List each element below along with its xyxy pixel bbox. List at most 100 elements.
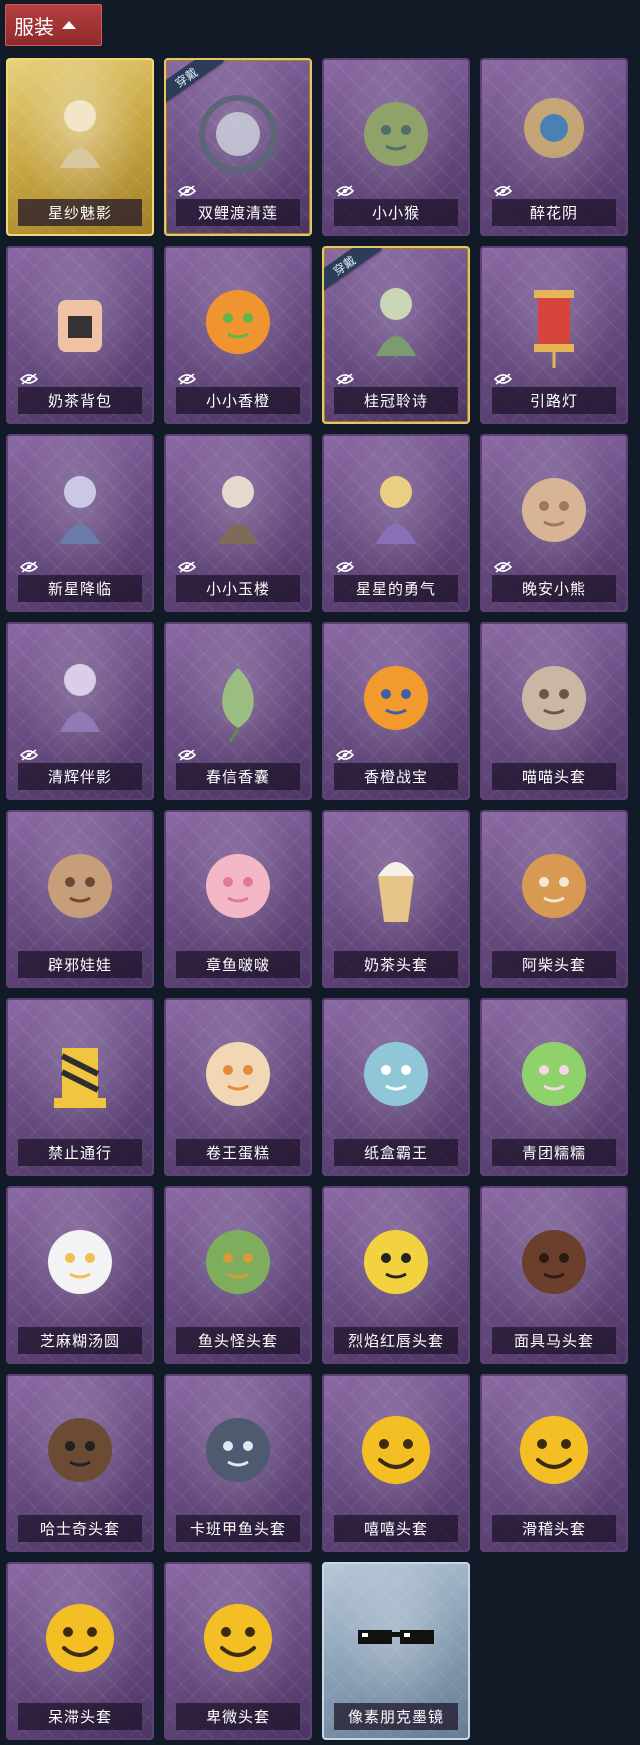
backpack-icon bbox=[32, 270, 128, 370]
outfit-card[interactable]: 滑稽头套 bbox=[480, 1374, 628, 1552]
outfit-card[interactable]: 穿戴 双鲤渡清莲 bbox=[164, 58, 312, 236]
outfit-category-toggle[interactable]: 服装 bbox=[5, 4, 102, 46]
outfit-card[interactable]: 奶茶背包 bbox=[6, 246, 154, 424]
bear-icon bbox=[506, 458, 602, 558]
outfit-card[interactable]: 春信香囊 bbox=[164, 622, 312, 800]
roll-cake-icon bbox=[190, 1022, 286, 1122]
eye-off-icon[interactable] bbox=[493, 558, 513, 573]
outfit-name: 卷王蛋糕 bbox=[176, 1139, 300, 1166]
outfit-name: 禁止通行 bbox=[18, 1139, 142, 1166]
outfit-card[interactable]: 卑微头套 bbox=[164, 1562, 312, 1740]
outfit-name: 奶茶背包 bbox=[18, 387, 142, 414]
outfit-name: 像素朋克墨镜 bbox=[334, 1703, 458, 1730]
eye-off-icon[interactable] bbox=[493, 370, 513, 385]
husky-head-icon bbox=[32, 1398, 128, 1498]
moon-doll-icon bbox=[32, 646, 128, 746]
outfit-name: 香橙战宝 bbox=[334, 763, 458, 790]
eye-off-icon[interactable] bbox=[335, 558, 355, 573]
outfit-name: 喵喵头套 bbox=[492, 763, 616, 790]
outfit-card[interactable]: 烈焰红唇头套 bbox=[322, 1186, 470, 1364]
outfit-name: 小小香橙 bbox=[176, 387, 300, 414]
fish-head-icon bbox=[190, 1210, 286, 1310]
outfit-name: 面具马头套 bbox=[492, 1327, 616, 1354]
outfit-card[interactable]: 鱼头怪头套 bbox=[164, 1186, 312, 1364]
eye-off-icon[interactable] bbox=[177, 182, 197, 197]
category-title: 服装 bbox=[14, 14, 54, 39]
eye-off-icon[interactable] bbox=[177, 558, 197, 573]
outfit-card[interactable]: 阿柴头套 bbox=[480, 810, 628, 988]
dazed-emoji-icon bbox=[32, 1586, 128, 1686]
outfit-name: 烈焰红唇头套 bbox=[334, 1327, 458, 1354]
outfit-card[interactable]: 章鱼啵啵 bbox=[164, 810, 312, 988]
outfit-name: 嘻嘻头套 bbox=[334, 1515, 458, 1542]
outfit-card[interactable]: 卡班甲鱼头套 bbox=[164, 1374, 312, 1552]
eye-off-icon[interactable] bbox=[177, 370, 197, 385]
eye-off-icon[interactable] bbox=[335, 370, 355, 385]
outfit-card[interactable]: 醉花阴 bbox=[480, 58, 628, 236]
outfit-card[interactable]: 辟邪娃娃 bbox=[6, 810, 154, 988]
eye-off-icon[interactable] bbox=[493, 182, 513, 197]
doll-head-icon bbox=[32, 834, 128, 934]
outfit-card[interactable]: 喵喵头套 bbox=[480, 622, 628, 800]
outfit-card[interactable]: 小小猴 bbox=[322, 58, 470, 236]
lantern-icon bbox=[506, 270, 602, 370]
pikachu-head-icon bbox=[348, 1210, 444, 1310]
eye-off-icon[interactable] bbox=[19, 746, 39, 761]
shiba-icon bbox=[506, 834, 602, 934]
monkey-icon bbox=[348, 82, 444, 182]
hat-doll-icon bbox=[190, 458, 286, 558]
eye-off-icon[interactable] bbox=[19, 558, 39, 573]
planet-charm-icon bbox=[348, 458, 444, 558]
outfit-card[interactable]: 清辉伴影 bbox=[6, 622, 154, 800]
outfit-name: 卑微头套 bbox=[176, 1703, 300, 1730]
outfit-card[interactable]: 穿戴 桂冠聆诗 bbox=[322, 246, 470, 424]
veil-figure-icon bbox=[32, 82, 128, 182]
outfit-card[interactable]: 星星的勇气 bbox=[322, 434, 470, 612]
outfit-name: 小小玉楼 bbox=[176, 575, 300, 602]
outfit-card[interactable]: 嘻嘻头套 bbox=[322, 1374, 470, 1552]
outfit-card[interactable]: 呆滞头套 bbox=[6, 1562, 154, 1740]
grin-emoji-icon bbox=[348, 1398, 444, 1498]
outfit-card[interactable]: 芝麻糊汤圆 bbox=[6, 1186, 154, 1364]
octopus-icon bbox=[190, 834, 286, 934]
outfit-card[interactable]: 奶茶头套 bbox=[322, 810, 470, 988]
outfit-card[interactable]: 面具马头套 bbox=[480, 1186, 628, 1364]
flower-ornament-icon bbox=[506, 82, 602, 182]
outfit-card[interactable]: 纸盒霸王 bbox=[322, 998, 470, 1176]
laurel-charm-icon bbox=[348, 270, 444, 370]
outfit-card[interactable]: 晚安小熊 bbox=[480, 434, 628, 612]
outfit-name: 鱼头怪头套 bbox=[176, 1327, 300, 1354]
outfit-card[interactable]: 卷王蛋糕 bbox=[164, 998, 312, 1176]
outfit-name: 卡班甲鱼头套 bbox=[176, 1515, 300, 1542]
outfit-name: 青团糯糯 bbox=[492, 1139, 616, 1166]
outfit-name: 双鲤渡清莲 bbox=[176, 199, 300, 226]
outfit-name: 纸盒霸王 bbox=[334, 1139, 458, 1166]
eye-off-icon[interactable] bbox=[335, 746, 355, 761]
star-charm-icon bbox=[32, 458, 128, 558]
outfit-name: 新星降临 bbox=[18, 575, 142, 602]
outfit-card[interactable]: 香橙战宝 bbox=[322, 622, 470, 800]
eye-off-icon[interactable] bbox=[335, 182, 355, 197]
outfit-card[interactable]: 小小玉楼 bbox=[164, 434, 312, 612]
outfit-card[interactable]: 引路灯 bbox=[480, 246, 628, 424]
outfit-name: 星纱魅影 bbox=[18, 199, 142, 226]
outfit-card[interactable]: 星纱魅影 bbox=[6, 58, 154, 236]
outfit-panel: 服装 星纱魅影 穿戴 双鲤渡清莲 小小猴 醉花阴 奶茶背包 小小香橙 穿戴 桂冠… bbox=[0, 0, 640, 1745]
eye-off-icon[interactable] bbox=[19, 370, 39, 385]
outfit-name: 小小猴 bbox=[334, 199, 458, 226]
outfit-card[interactable]: 禁止通行 bbox=[6, 998, 154, 1176]
outfit-name: 章鱼啵啵 bbox=[176, 951, 300, 978]
outfit-card[interactable]: 新星降临 bbox=[6, 434, 154, 612]
barrier-icon bbox=[32, 1022, 128, 1122]
outfit-name: 桂冠聆诗 bbox=[334, 387, 458, 414]
outfit-card[interactable]: 像素朋克墨镜 bbox=[322, 1562, 470, 1740]
eye-off-icon[interactable] bbox=[177, 746, 197, 761]
milk-tea-icon bbox=[348, 834, 444, 934]
outfit-card[interactable]: 哈士奇头套 bbox=[6, 1374, 154, 1552]
outfit-name: 星星的勇气 bbox=[334, 575, 458, 602]
cat-head-icon bbox=[506, 646, 602, 746]
outfit-name: 呆滞头套 bbox=[18, 1703, 142, 1730]
outfit-card[interactable]: 青团糯糯 bbox=[480, 998, 628, 1176]
outfit-name: 辟邪娃娃 bbox=[18, 951, 142, 978]
outfit-card[interactable]: 小小香橙 bbox=[164, 246, 312, 424]
